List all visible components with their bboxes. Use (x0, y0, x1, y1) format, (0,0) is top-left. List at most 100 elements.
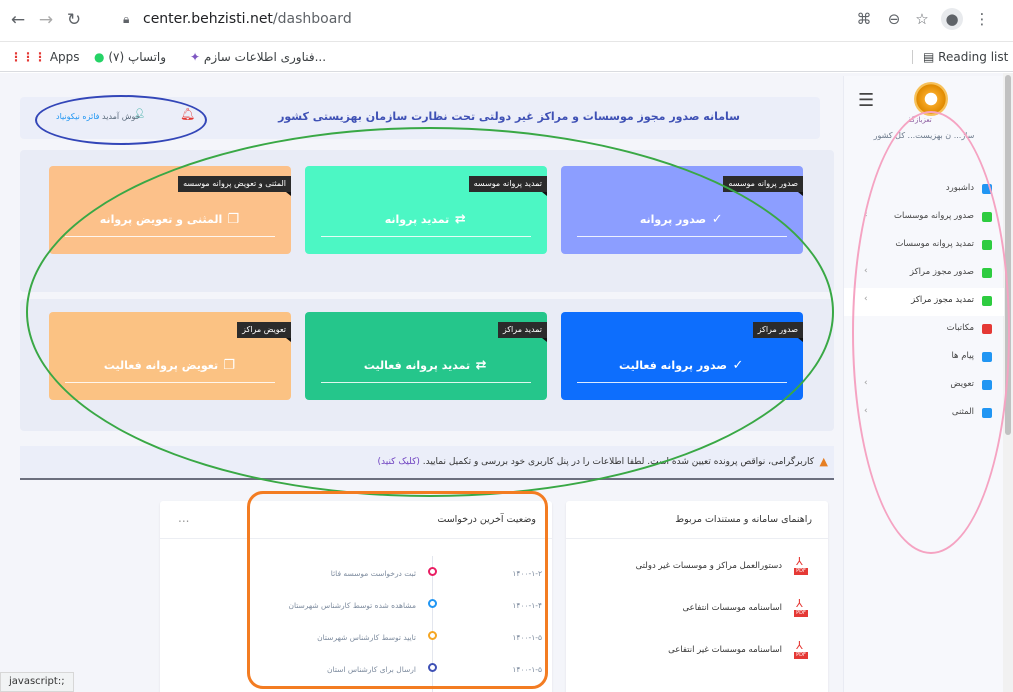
doc-item[interactable]: اساسنامه موسسات غیر انتفاعی ⅄ PDF (566, 637, 828, 665)
card-label[interactable]: تمدید پروانه ⇄ (305, 212, 547, 227)
card-label[interactable]: صدور پروانه فعالیت ✓ (561, 358, 803, 373)
user-icon: 👤︎ (134, 109, 146, 119)
timeline-item: ۱۴۰۰-۱-۵ ارسال برای کارشناس استان (160, 661, 552, 681)
card-label[interactable]: صدور پروانه ✓ (561, 212, 803, 227)
docs-panel-title: راهنمای سامانه و مستندات مربوط (675, 514, 812, 525)
sidebar-item-icon (982, 296, 992, 306)
dashboard-page: ☰ تعز‌بازگذ ساز... ن بهزیست... کل کشور د… (0, 73, 1013, 692)
deficiency-alert: ▲ کاربرگرامی، نواقص پرونده تعیین شده است… (20, 446, 834, 480)
timeline-dot (428, 631, 437, 640)
sidebar-item[interactable]: داشبورد (844, 176, 1004, 204)
pdf-icon[interactable]: ⅄ PDF (792, 639, 810, 661)
card-underline (577, 236, 787, 237)
reading-list[interactable]: ▤ Reading list (912, 50, 1008, 64)
organization-name[interactable]: ساز... ن بهزیست... کل کشور (844, 131, 1004, 140)
sidebar-item-label: تمدید پروانه موسسات (895, 239, 974, 249)
pdf-badge: PDF (794, 652, 808, 659)
sidebar-item-label: مکاتبات (946, 323, 974, 333)
scrollbar-thumb[interactable] (1005, 75, 1011, 435)
sidebar-item-icon (982, 212, 992, 222)
card-underline (321, 382, 531, 383)
card-tag: تمدید پروانه موسسه (468, 176, 548, 196)
card-label-text: صدور پروانه (639, 213, 707, 226)
sidebar-item[interactable]: صدور پروانه موسسات ‹ (844, 204, 1004, 232)
star-icon[interactable]: ☆ (911, 8, 933, 30)
chevron-left-icon[interactable]: ‹ (864, 266, 868, 276)
sidebar-item[interactable]: تعویض ‹ (844, 372, 1004, 400)
timeline-date: ۱۴۰۰-۱-۵ (512, 633, 542, 642)
sidebar-item[interactable]: تمدید پروانه موسسات (844, 232, 1004, 260)
page-scrollbar[interactable] (1003, 73, 1013, 692)
logo-caption: تعز‌بازگذ (908, 116, 932, 124)
card-label[interactable]: تعویض پروانه فعالیت ❐ (49, 358, 291, 373)
organization-logo (914, 82, 948, 116)
timeline-item: ۱۴۰۰-۱-۵ تایید توسط کارشناس شهرستان (160, 629, 552, 649)
sidebar-menu: داشبورد صدور پروانه موسسات ‹ تمدید پروانه م… (844, 176, 1004, 428)
service-card[interactable]: المثنی و تعویض پروانه موسسه المثنی و تعوی… (49, 166, 291, 254)
sidebar-item[interactable]: پیام ها (844, 344, 1004, 372)
card-label[interactable]: تمدید پروانه فعالیت ⇄ (305, 358, 547, 373)
card-label-text: تعویض پروانه فعالیت (103, 359, 219, 372)
doc-item[interactable]: دستورالعمل مراکز و موسسات غیر دولتی ⅄ PDF (566, 553, 828, 581)
forward-icon[interactable]: → (36, 10, 56, 30)
bell-icon[interactable]: 🔔︎ (180, 107, 195, 121)
card-underline (321, 236, 531, 237)
sidebar-item-icon (982, 184, 992, 194)
user-name[interactable]: فائزه نیکونیاد (56, 112, 99, 121)
profile-icon[interactable]: ● (941, 8, 963, 30)
card-label[interactable]: المثنی و تعویض پروانه ❐ (49, 212, 291, 227)
docs-panel: راهنمای سامانه و مستندات مربوط دستورالعم… (566, 501, 828, 692)
renew-icon: ⇄ (475, 358, 487, 373)
service-card[interactable]: تمدید پروانه موسسه تمدید پروانه ⇄ (305, 166, 548, 254)
timeline-text: تایید توسط کارشناس شهرستان (317, 633, 416, 642)
translate-icon[interactable]: ⌘ (853, 8, 875, 30)
panel-menu-icon[interactable]: ... (178, 511, 189, 525)
timeline-date: ۱۴۰۰-۱-۵ (512, 665, 542, 674)
bookmark-it-org[interactable]: ✦ فناوری اطلاعات سازم... (190, 50, 326, 64)
whatsapp-icon: ● (94, 50, 105, 64)
card-tag: المثنی و تعویض پروانه موسسه (178, 176, 291, 196)
card-label-text: المثنی و تعویض پروانه (99, 213, 223, 226)
service-card[interactable]: تعویض مراکز تعویض پروانه فعالیت ❐ (49, 312, 291, 400)
service-card[interactable]: صدور پروانه موسسه صدور پروانه ✓ (561, 166, 803, 254)
address-bar[interactable]: 🔒︎ center.behzisti.net/dashboard (95, 6, 940, 34)
service-card[interactable]: صدور مراکز صدور پروانه فعالیت ✓ (561, 312, 804, 400)
sidebar-item[interactable]: صدور مجوز مراکز ‹ (844, 260, 1004, 288)
card-tag: تمدید مراکز (497, 322, 548, 342)
more-menu-icon[interactable]: ⋮ (971, 8, 993, 30)
sidebar-item-icon (982, 380, 992, 390)
sidebar-item[interactable]: تمدید مجوز مراکز ‹ (844, 288, 1004, 316)
chevron-left-icon[interactable]: ‹ (864, 210, 868, 220)
chevron-left-icon[interactable]: ‹ (864, 378, 868, 388)
alert-link[interactable]: (کلیک کنید) (378, 457, 420, 467)
apps-grid-icon: ⋮⋮⋮ (10, 50, 46, 64)
sidebar-item-label: تعویض (950, 379, 974, 389)
bookmark-apps[interactable]: ⋮⋮⋮ Apps (10, 50, 80, 64)
doc-item[interactable]: اساسنامه موسسات انتفاعی ⅄ PDF (566, 595, 828, 623)
bookmark-whatsapp[interactable]: ● (۷) واتساپ (94, 50, 166, 64)
bookmarks-bar: ⋮⋮⋮ Apps ● (۷) واتساپ ✦ فناوری اطلاعات س… (0, 42, 1013, 72)
reload-icon[interactable]: ↻ (64, 10, 84, 30)
card-label-text: صدور پروانه فعالیت (618, 359, 727, 372)
card-label-text: تمدید پروانه فعالیت (363, 359, 471, 372)
card-tag: صدور پروانه موسسه (723, 176, 803, 196)
service-card[interactable]: تمدید مراکز تمدید پروانه فعالیت ⇄ (305, 312, 548, 400)
sidebar-item-icon (982, 408, 992, 418)
renew-icon: ⇄ (454, 212, 466, 227)
url-text: center.behzisti.net/dashboard (143, 11, 352, 27)
hamburger-menu-icon[interactable]: ☰ (858, 90, 874, 111)
page-title: سامانه صدور مجوز موسسات و مراکز غیر دولت… (278, 110, 740, 123)
card-label-text: تمدید پروانه (384, 213, 450, 226)
doc-title: اساسنامه موسسات غیر انتفاعی (668, 645, 782, 655)
sidebar-item[interactable]: المثنی ‹ (844, 400, 1004, 428)
pdf-icon[interactable]: ⅄ PDF (792, 555, 810, 577)
doc-title: دستورالعمل مراکز و موسسات غیر دولتی (635, 561, 782, 571)
sidebar-item-icon (982, 324, 992, 334)
back-icon[interactable]: ← (8, 10, 28, 30)
sidebar-item[interactable]: مکاتبات (844, 316, 1004, 344)
chevron-left-icon[interactable]: ‹ (864, 406, 868, 416)
sidebar-item-label: صدور پروانه موسسات (894, 211, 974, 221)
zoom-icon[interactable]: ⊖ (883, 8, 905, 30)
chevron-left-icon[interactable]: ‹ (864, 294, 868, 304)
pdf-icon[interactable]: ⅄ PDF (792, 597, 810, 619)
